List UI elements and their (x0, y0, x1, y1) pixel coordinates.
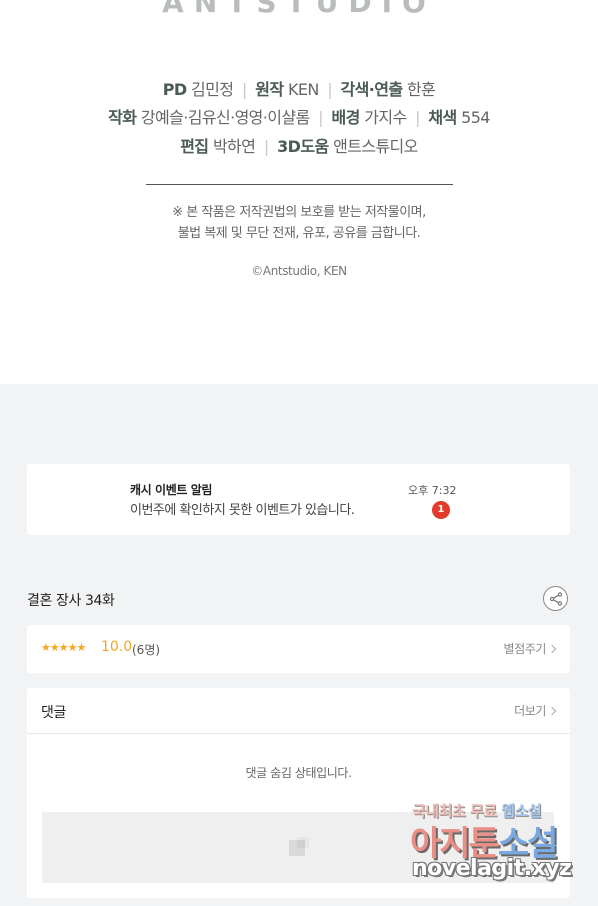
share-icon (549, 592, 563, 606)
comments-hidden-message: 댓글 숨김 상태입니다. (245, 766, 352, 780)
event-message: 이번주에 확인하지 못한 이벤트가 있습니다. (130, 503, 355, 518)
credit-role: 채색 (428, 108, 457, 127)
copyright-text: ©Antstudio, KEN (251, 264, 347, 278)
credits-divider (146, 184, 453, 185)
credit-name: 강예슬·김유신·영영·이샬롬 (140, 108, 310, 127)
episode-title: 결혼 장사 34화 (27, 593, 115, 609)
watermark-url: novelagit.xyz (412, 856, 572, 881)
image-placeholder-icon (289, 837, 309, 856)
credit-name: 박하연 (212, 137, 256, 156)
rating-card: ★★★★★ 10.0 (6명) 별점주기 (27, 625, 570, 673)
credit-name: 한훈 (407, 80, 436, 99)
credit-name: 김민정 (191, 80, 234, 99)
credit-role: 각색·연출 (340, 80, 404, 99)
copyright-notice-line-1: ※ 본 작품은 저작권법의 보호를 받는 저작물이며, (172, 205, 426, 220)
credit-separator: | (327, 80, 333, 99)
credit-role: 3D도움 (277, 137, 329, 156)
credits-section: ANTSTUDIO PD 김민정 | 원작 KEN | 각색·연출 한훈 작화 … (0, 0, 598, 384)
event-notification-card[interactable]: 캐시 이벤트 알림 이번주에 확인하지 못한 이벤트가 있습니다. 오후 7:3… (27, 464, 570, 535)
event-title: 캐시 이벤트 알림 (130, 483, 213, 497)
rate-button[interactable]: 별점주기 (503, 640, 557, 657)
copyright-notice-line-2: 불법 복제 및 무단 전재, 유포, 공유를 금합니다. (177, 226, 421, 241)
chevron-right-icon (547, 706, 557, 715)
credit-role: 편집 (180, 137, 209, 156)
credit-role: 배경 (331, 108, 360, 127)
credit-separator: | (263, 137, 269, 156)
chevron-right-icon (547, 644, 557, 653)
credit-line-1: PD 김민정 | 원작 KEN | 각색·연출 한훈 (0, 76, 598, 100)
credit-separator: | (415, 108, 420, 127)
studio-logo: ANTSTUDIO (162, 0, 436, 19)
event-count-badge: 1 (432, 501, 450, 519)
site-watermark: 국내최초 무료 웹소설 아지툰소설 novelagit.xyz (410, 800, 580, 886)
credit-separator: | (318, 108, 323, 127)
rate-button-label: 별점주기 (503, 642, 546, 656)
credit-line-2: 작화 강예슬·김유신·영영·이샬롬 | 배경 가지수 | 채색 554 (0, 104, 598, 128)
credit-line-3: 편집 박하연 | 3D도움 앤트스튜디오 (0, 133, 598, 157)
credit-name: 554 (461, 108, 490, 127)
comments-more-button[interactable]: 더보기 (514, 702, 557, 719)
credit-name: KEN (287, 80, 319, 99)
rating-stars: ★★★★★ (41, 641, 86, 654)
share-button[interactable] (543, 586, 568, 611)
comments-divider (27, 733, 570, 734)
credit-name: 앤트스튜디오 (333, 137, 418, 156)
credit-separator: | (241, 80, 247, 99)
credit-role: 원작 (255, 80, 284, 99)
credit-name: 가지수 (364, 108, 407, 127)
comments-header: 댓글 (41, 705, 66, 721)
credit-role: PD (162, 80, 187, 99)
comments-more-label: 더보기 (514, 704, 546, 718)
rating-count: (6명) (132, 643, 161, 657)
rating-value: 10.0 (101, 639, 133, 655)
credit-role: 작화 (108, 108, 137, 127)
event-time: 오후 7:32 (408, 484, 457, 497)
